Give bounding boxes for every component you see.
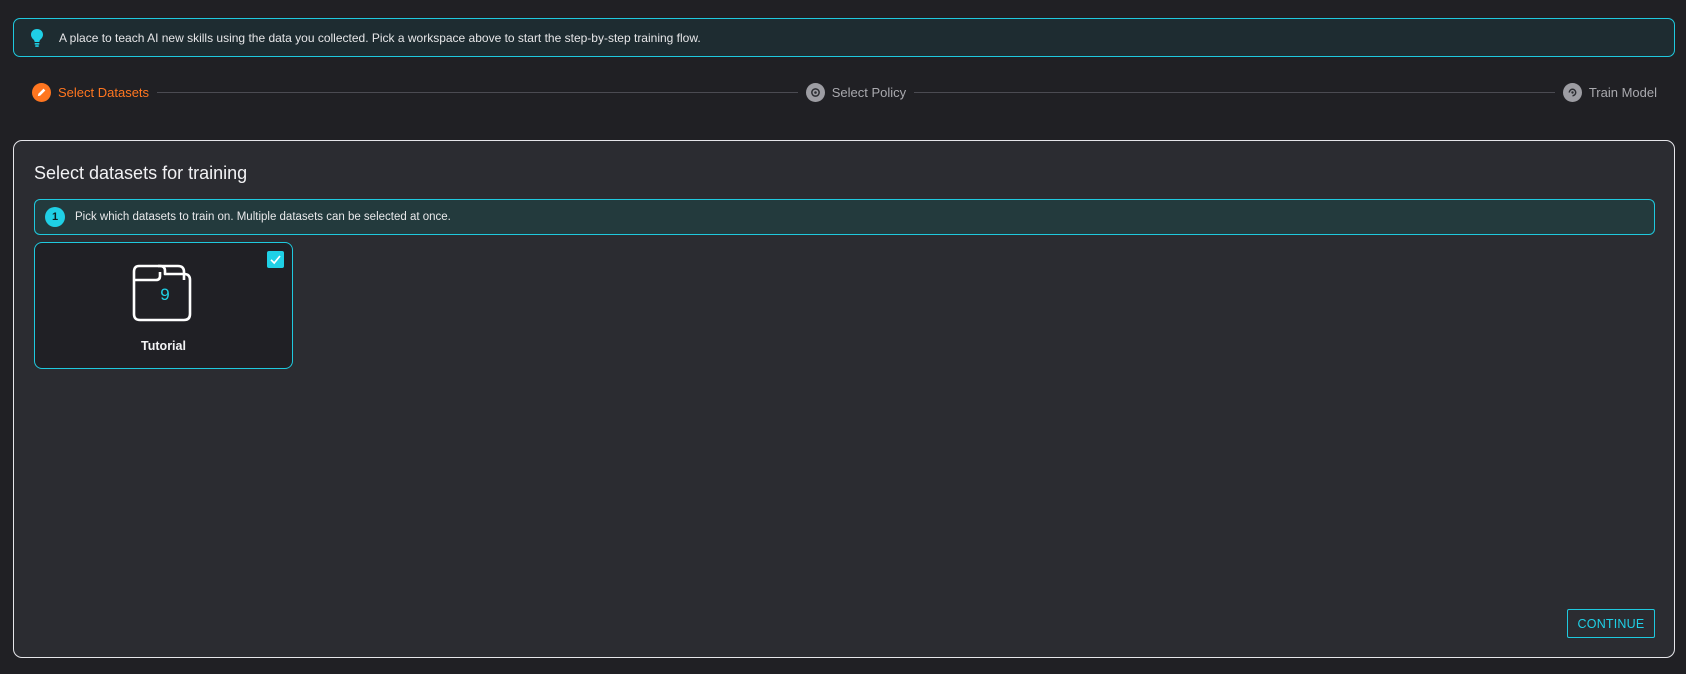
step-label: Select Datasets (58, 84, 150, 100)
hint-text: Pick which datasets to train on. Multipl… (75, 211, 451, 223)
info-banner: A place to teach AI new skills using the… (13, 18, 1675, 57)
step-label: Train Model (1588, 84, 1657, 100)
step-label: Select Policy (831, 84, 907, 100)
hint-banner: 1 Pick which datasets to train on. Multi… (34, 199, 1655, 235)
folder-icon: 9 (132, 260, 198, 324)
dataset-selection-panel: Select datasets for training 1 Pick whic… (13, 140, 1675, 658)
dataset-count: 9 (160, 285, 170, 304)
step-select-policy[interactable]: Select Policy (805, 82, 907, 102)
step-select-datasets[interactable]: Select Datasets (32, 82, 150, 102)
step-train-model[interactable]: Train Model (1562, 82, 1657, 102)
step-connector (914, 91, 1555, 93)
policy-icon (805, 82, 825, 102)
info-banner-text: A place to teach AI new skills using the… (59, 30, 701, 45)
page-title: Select datasets for training (34, 163, 248, 183)
dataset-name: Tutorial (141, 339, 186, 353)
dataset-checkbox[interactable] (267, 251, 284, 268)
step-number-badge: 1 (45, 207, 65, 227)
step-connector (157, 91, 798, 93)
check-icon (270, 255, 281, 265)
dataset-card-tutorial[interactable]: 9 Tutorial (34, 242, 293, 369)
lightbulb-icon (28, 27, 46, 49)
train-icon (1562, 82, 1582, 102)
training-stepper: Select Datasets Select Policy Train Mode… (32, 82, 1657, 102)
continue-button[interactable]: CONTINUE (1567, 609, 1655, 638)
pencil-icon (32, 82, 51, 102)
